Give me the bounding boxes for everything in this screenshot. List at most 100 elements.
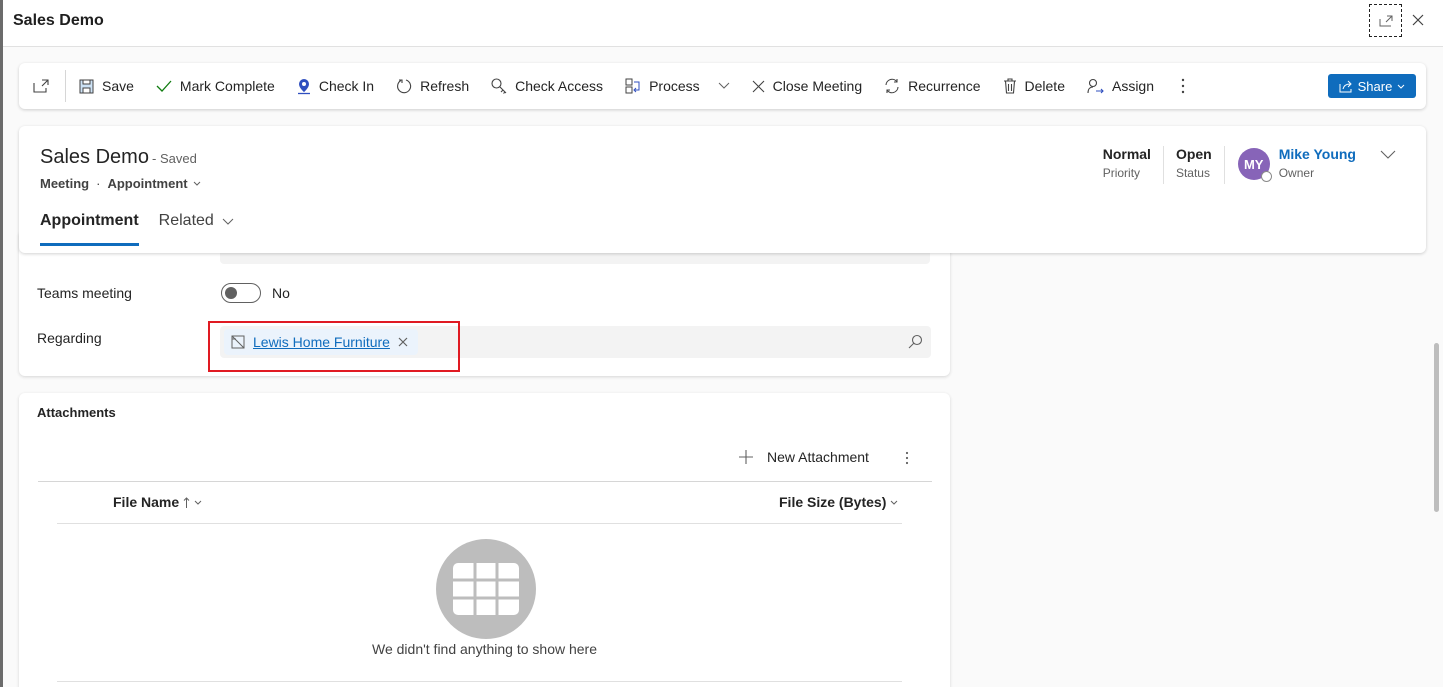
refresh-label: Refresh <box>420 78 470 94</box>
tab-appointment[interactable]: Appointment <box>40 212 139 246</box>
recurrence-label: Recurrence <box>908 78 981 94</box>
assign-label: Assign <box>1111 78 1155 94</box>
share-button[interactable]: Share <box>1328 74 1416 98</box>
close-meeting-label: Close Meeting <box>772 78 863 94</box>
avatar: MY <box>1237 148 1272 182</box>
more-commands-button[interactable] <box>1165 63 1201 109</box>
header-field-status: Open Status <box>1164 146 1225 184</box>
owner-name-link[interactable]: Mike Young <box>1279 146 1356 162</box>
presence-icon <box>1260 171 1272 182</box>
close-icon <box>1412 14 1424 26</box>
empty-state-message: We didn't find anything to show here <box>372 641 597 657</box>
dialog-titlebar: Sales Demo <box>3 0 1443 47</box>
separator-dot: · <box>96 176 101 191</box>
divider <box>38 481 932 482</box>
check-in-button[interactable]: Check In <box>286 63 385 109</box>
refresh-button[interactable]: Refresh <box>385 63 480 109</box>
column-header-file-size[interactable]: File Size (Bytes) <box>779 494 898 510</box>
close-meeting-button[interactable]: Close Meeting <box>741 63 874 109</box>
expand-icon <box>1379 15 1392 26</box>
delete-icon <box>1003 78 1016 94</box>
check-access-label: Check Access <box>515 78 604 94</box>
file-name-header: File Name <box>113 494 180 510</box>
recurrence-icon <box>885 78 899 94</box>
assign-button[interactable]: Assign <box>1076 63 1165 109</box>
check-in-label: Check In <box>318 78 375 94</box>
teams-meeting-toggle[interactable] <box>221 283 261 303</box>
process-label: Process <box>649 78 700 94</box>
chevron-down-icon <box>1397 84 1405 89</box>
entity-name: Meeting <box>40 176 90 191</box>
close-dialog-button[interactable] <box>1408 10 1428 30</box>
attachments-section: Attachments New Attachment File Name Fil… <box>19 393 950 687</box>
record-subtitle: Meeting · Appointment <box>40 176 201 191</box>
key-icon <box>491 78 507 94</box>
form-name: Appointment <box>107 176 188 191</box>
record-dialog: Sales Demo Save Mark Complete Check In R… <box>3 0 1443 687</box>
delete-button[interactable]: Delete <box>992 63 1076 109</box>
chevron-down-icon <box>194 500 202 505</box>
chevron-down-icon <box>718 82 729 89</box>
expand-header-icon[interactable] <box>1380 150 1396 159</box>
regarding-label: Regarding <box>37 330 102 346</box>
avatar-initials: MY <box>1243 156 1264 172</box>
check-access-button[interactable]: Check Access <box>480 63 614 109</box>
check-icon <box>156 80 172 92</box>
form-tabs: Appointment Related <box>40 212 234 246</box>
empty-grid-icon <box>436 539 536 639</box>
mark-complete-button[interactable]: Mark Complete <box>145 63 286 109</box>
expand-button[interactable] <box>1369 4 1402 37</box>
new-attachment-label: New Attachment <box>767 449 869 465</box>
file-size-header: File Size (Bytes) <box>779 494 887 510</box>
save-button[interactable]: Save <box>68 63 145 109</box>
save-status: - Saved <box>152 151 197 166</box>
save-label: Save <box>102 78 134 94</box>
sort-ascending-icon <box>183 496 190 508</box>
delete-label: Delete <box>1024 78 1065 94</box>
attachments-title: Attachments <box>37 405 116 420</box>
new-attachment-button[interactable]: New Attachment <box>739 449 869 465</box>
chevron-down-icon <box>193 181 200 186</box>
open-new-window-icon <box>33 79 49 93</box>
plus-icon <box>739 450 753 464</box>
command-separator <box>65 70 66 102</box>
tab-related[interactable]: Related <box>159 212 234 246</box>
header-field-priority: Normal Priority <box>1091 146 1164 184</box>
dialog-title: Sales Demo <box>13 12 104 29</box>
teams-meeting-label: Teams meeting <box>37 285 132 301</box>
record-title: Sales Demo <box>40 146 149 168</box>
open-in-new-window-button[interactable] <box>19 63 63 109</box>
save-icon <box>79 79 94 93</box>
refresh-icon <box>397 79 412 94</box>
search-icon[interactable] <box>907 334 923 350</box>
teams-meeting-value: No <box>272 285 290 301</box>
highlight-box <box>208 321 460 372</box>
tab-related-label: Related <box>158 212 214 229</box>
column-header-file-name[interactable]: File Name <box>113 494 202 510</box>
more-vertical-icon <box>1181 78 1185 94</box>
location-icon <box>297 78 310 94</box>
process-icon <box>625 78 640 94</box>
status-label: Status <box>1175 166 1210 180</box>
form-selector[interactable]: Appointment <box>107 176 200 191</box>
close-icon <box>752 80 765 92</box>
record-header: Sales Demo - Saved Meeting · Appointment… <box>19 126 1426 253</box>
owner-label: Owner <box>1278 166 1315 180</box>
priority-label: Priority <box>1102 166 1141 180</box>
priority-value: Normal <box>1102 146 1151 162</box>
header-fields: Normal Priority Open Status MY Mike Youn… <box>1091 146 1396 184</box>
mark-complete-label: Mark Complete <box>179 78 275 94</box>
header-field-owner: MY Mike Young Owner <box>1225 146 1356 182</box>
chevron-down-icon <box>222 218 234 225</box>
chevron-down-icon <box>891 500 898 505</box>
divider <box>57 681 902 682</box>
share-icon <box>1339 80 1352 92</box>
status-value: Open <box>1175 146 1212 162</box>
share-label: Share <box>1357 78 1393 94</box>
vertical-scrollbar[interactable] <box>1434 343 1439 512</box>
recurrence-button[interactable]: Recurrence <box>873 63 991 109</box>
divider <box>57 523 902 524</box>
assign-icon <box>1087 78 1104 94</box>
process-button[interactable]: Process <box>614 63 741 109</box>
more-vertical-icon[interactable] <box>905 451 909 465</box>
